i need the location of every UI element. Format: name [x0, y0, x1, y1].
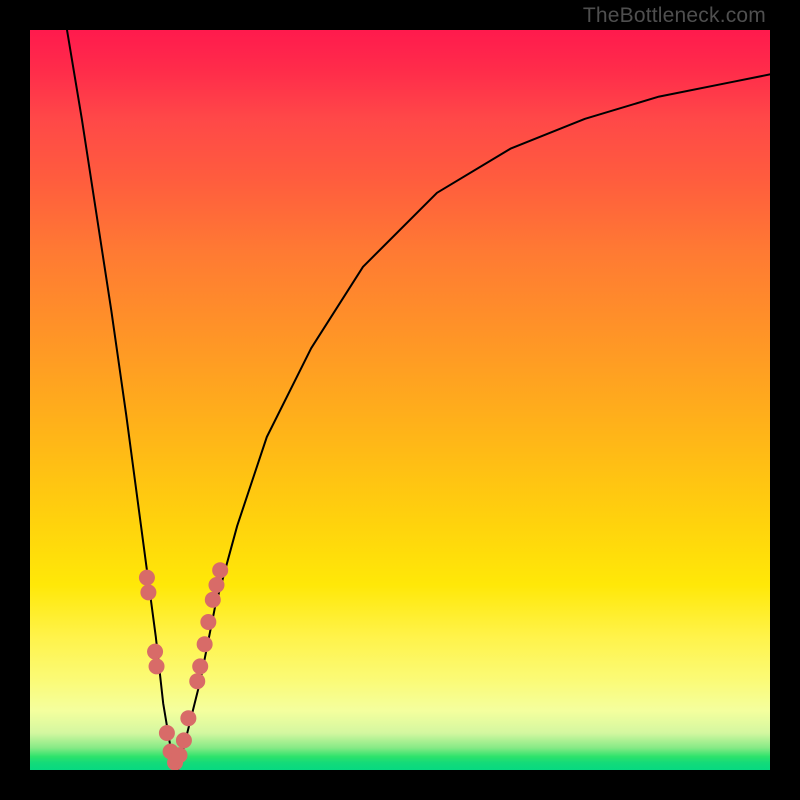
data-marker	[140, 584, 156, 600]
data-marker	[139, 570, 155, 586]
data-marker	[200, 614, 216, 630]
data-marker	[212, 562, 228, 578]
chart-frame: TheBottleneck.com	[0, 0, 800, 800]
data-marker	[149, 658, 165, 674]
marker-layer	[139, 562, 228, 770]
data-marker	[205, 592, 221, 608]
data-marker	[208, 577, 224, 593]
watermark-text: TheBottleneck.com	[583, 4, 766, 28]
data-marker	[147, 644, 163, 660]
data-marker	[176, 732, 192, 748]
plot-area	[30, 30, 770, 770]
data-marker	[159, 725, 175, 741]
data-marker	[171, 747, 187, 763]
data-marker	[180, 710, 196, 726]
bottleneck-curve	[67, 30, 770, 770]
data-marker	[189, 673, 205, 689]
chart-svg	[30, 30, 770, 770]
data-marker	[197, 636, 213, 652]
data-marker	[192, 658, 208, 674]
curve-layer	[67, 30, 770, 770]
